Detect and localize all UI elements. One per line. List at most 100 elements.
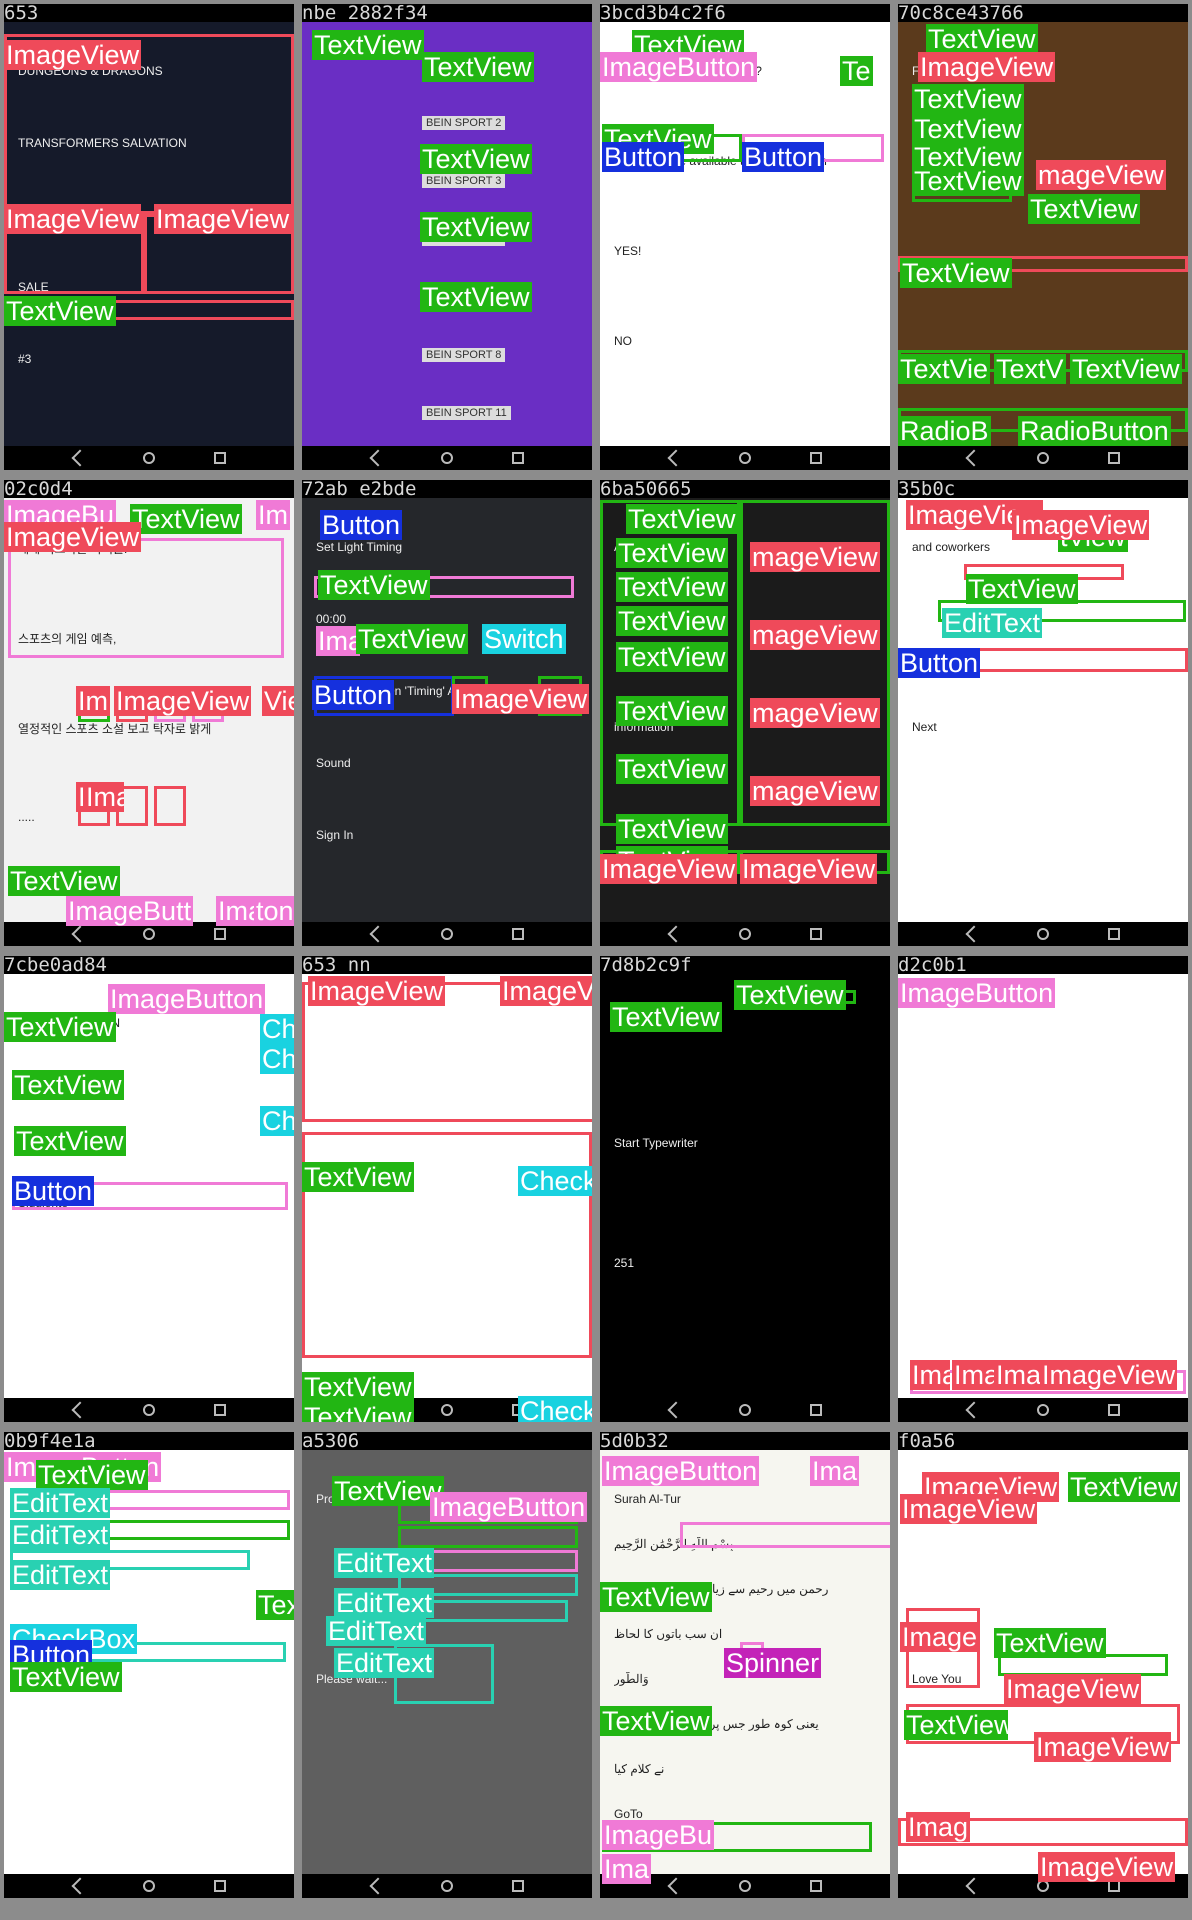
widget-class-label: EditText	[334, 1588, 435, 1618]
widget-class-label: TextV	[994, 354, 1066, 384]
home-icon	[441, 452, 453, 464]
home-icon	[143, 928, 155, 940]
navigation-bar	[302, 446, 592, 470]
recents-icon	[810, 1404, 822, 1416]
recents-icon	[214, 928, 226, 940]
content-text: Start Typewriter	[614, 1136, 698, 1150]
status-bar: 3bcd3b4c2f6	[600, 4, 890, 22]
widget-class-label: ImageButton	[898, 978, 1056, 1008]
content-text: YES!	[614, 244, 642, 258]
widget-class-label: TextView	[318, 570, 430, 600]
app-screenshot-coworkers-signup: 35b0cImageViewtViewImageViewTextViewEdit…	[898, 480, 1188, 946]
back-icon	[369, 925, 387, 943]
status-bar: 02c0d4	[4, 480, 294, 498]
widget-class-label: TextView	[610, 1002, 722, 1032]
app-screenshot-red-car: d2c0b1 ImageButton Ima Ima Ima ImageView	[898, 956, 1188, 1422]
content-text: Sound	[316, 756, 351, 770]
widget-class-label: ImageView	[740, 854, 878, 884]
widget-class-label: ImageView	[154, 204, 292, 234]
widget-class-label: TextView	[332, 1476, 444, 1506]
widget-class-label: ImageView	[308, 976, 446, 1006]
recents-icon	[512, 1880, 524, 1892]
widget-class-label: TextView	[600, 1582, 712, 1612]
widget-class-label: ImageButton	[600, 52, 758, 82]
widget-class-label: Button	[12, 1176, 95, 1206]
widget-class-label: mageView	[750, 698, 880, 728]
widget-class-label: TextView	[8, 866, 120, 896]
widget-class-label: Image	[900, 1622, 980, 1652]
widget-class-label: Ima	[810, 1456, 860, 1486]
home-icon	[441, 1880, 453, 1892]
recents-icon	[214, 1404, 226, 1416]
content-text: GoTo	[614, 1807, 643, 1821]
home-icon	[143, 452, 155, 464]
navigation-bar	[302, 922, 592, 946]
widget-class-label: RadioB	[898, 416, 991, 446]
widget-class-label: TextView	[994, 1628, 1106, 1658]
widget-class-label: ImageView	[114, 686, 252, 716]
app-screenshot-golf-checklist: 653_nnImageViewImageViewTextViewTextView…	[302, 956, 592, 1422]
widget-class-label: ImageBu	[602, 1820, 715, 1850]
widget-class-label: TextView	[312, 30, 424, 60]
widget-class-label: TextView	[900, 258, 1012, 288]
status-bar: a5306	[302, 1432, 592, 1450]
element-bounding-box	[680, 1522, 890, 1548]
status-bar: 6ba50665	[600, 480, 890, 498]
recents-icon	[810, 928, 822, 940]
status-bar: 72ab_e2bde	[302, 480, 592, 498]
widget-class-label: Spinner	[724, 1648, 822, 1678]
widget-class-label: TextView	[926, 24, 1038, 54]
widget-class-label: ImageView	[900, 1494, 1038, 1524]
content-text: #3	[18, 352, 32, 366]
status-bar: f0a56	[898, 1432, 1188, 1450]
widget-class-label: Tex	[256, 1590, 294, 1620]
content-text: Sign In	[316, 828, 354, 842]
widget-class-label: TextView	[4, 296, 116, 326]
widget-class-label: ImageView	[1034, 1732, 1172, 1762]
widget-class-label: Ima	[910, 1360, 950, 1390]
back-icon	[965, 1401, 983, 1419]
content-text: BEIN SPORT 8	[422, 348, 506, 362]
navigation-bar	[600, 922, 890, 946]
widget-class-label: TextView	[10, 1662, 122, 1692]
content-text: Set Light Timing	[316, 540, 403, 554]
widget-class-label: Button	[320, 510, 403, 540]
element-bounding-box	[398, 1526, 578, 1548]
widget-class-label: CheckBox	[518, 1166, 592, 1196]
widget-class-label: TextView	[616, 572, 728, 602]
app-screenshot-korean-game: 02c0d4 ImageBu TextView ImageView Im Im ImageV…	[4, 480, 294, 946]
widget-class-label: ImageView	[1004, 1674, 1142, 1704]
content-text: BEIN SPORT 2	[422, 116, 506, 130]
widget-class-label: Ima	[316, 626, 360, 656]
widget-class-label: ImageView	[4, 40, 142, 70]
home-icon	[441, 1404, 453, 1416]
content-text: ان سب باتوں کا لحاظ	[614, 1627, 723, 1641]
widget-class-label: TextView	[912, 114, 1024, 144]
content-text: BEIN SPORT 3	[422, 174, 506, 188]
app-screenshot-sports-list: nbe_2882f34 TextView TextView TextView TextV…	[302, 4, 592, 470]
content-text: Surah Al-Tur	[614, 1492, 681, 1506]
home-icon	[739, 1404, 751, 1416]
widget-class-label: ImageButton	[602, 1456, 760, 1486]
widget-class-label: RadioButton	[1018, 416, 1171, 446]
widget-class-label: TextView	[422, 52, 534, 82]
content-text: وَالطُّور	[614, 1672, 649, 1686]
widget-class-label: TextView	[130, 504, 242, 534]
widget-class-label: Ima	[994, 1360, 1044, 1390]
navigation-bar	[898, 446, 1188, 470]
back-icon	[667, 449, 685, 467]
status-bar: nbe_2882f34	[302, 4, 592, 22]
status-bar: 7d8b2c9f	[600, 956, 890, 974]
widget-class-label: Te	[840, 56, 873, 86]
widget-class-label: TextView	[1070, 354, 1182, 384]
back-icon	[667, 925, 685, 943]
widget-class-label: TextView	[912, 84, 1024, 114]
widget-class-label: TextView	[734, 980, 846, 1010]
widget-class-label: TextView	[420, 282, 532, 312]
recents-icon	[1108, 1404, 1120, 1416]
element-bounding-box	[8, 538, 284, 658]
recents-icon	[1108, 928, 1120, 940]
home-icon	[1037, 928, 1049, 940]
recents-icon	[1108, 452, 1120, 464]
widget-class-label: EditText	[10, 1520, 111, 1550]
